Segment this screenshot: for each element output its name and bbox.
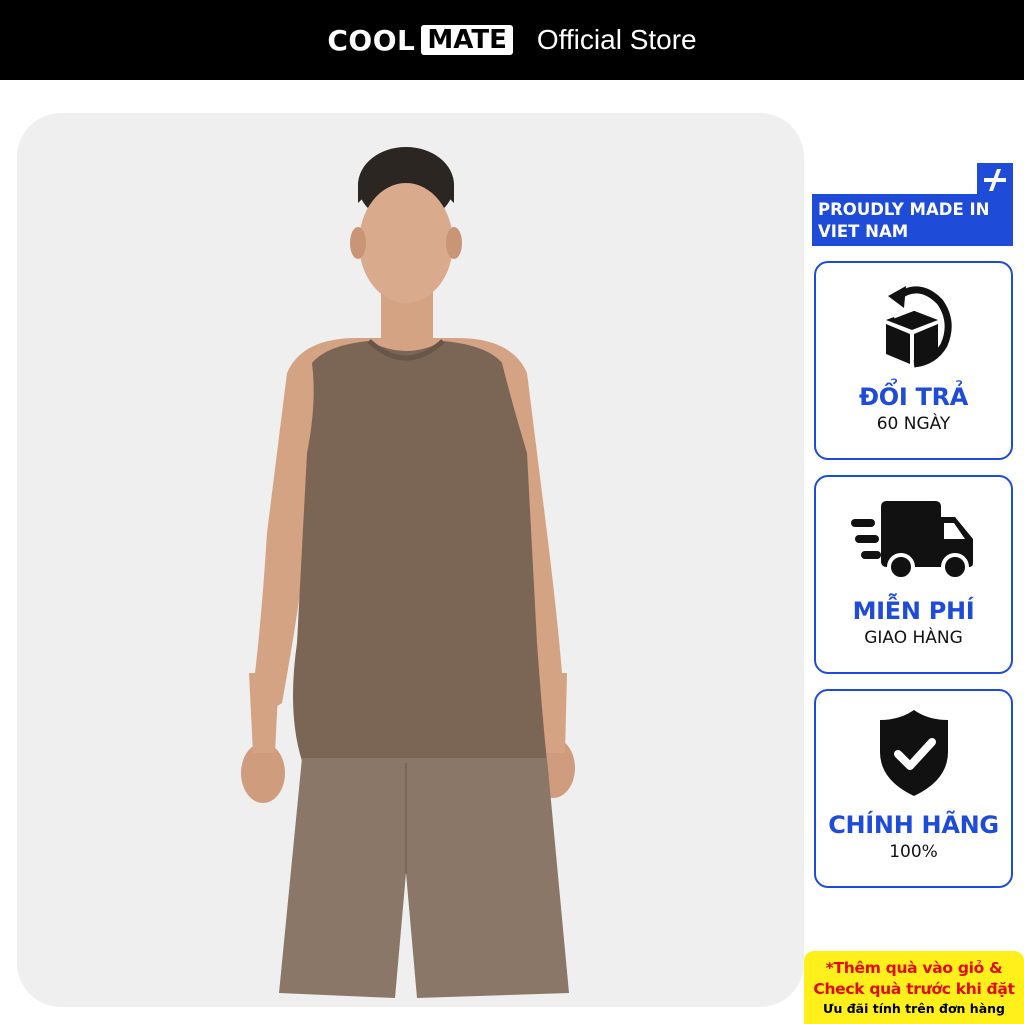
gift-promo-banner[interactable]: *Thêm quà vào giỏ & Check quà trước khi … [804, 951, 1024, 1024]
promo-line-2: Check quà trước khi đặt [813, 980, 1015, 998]
authentic-card: CHÍNH HÃNG 100% [814, 689, 1013, 888]
feature-title: ĐỔI TRẢ [858, 383, 969, 411]
free-shipping-card: MIỄN PHÍ GIAO HÀNG [814, 475, 1013, 674]
product-image[interactable] [17, 113, 804, 1007]
plus-slash-icon [977, 163, 1013, 197]
feature-title: MIỄN PHÍ [852, 597, 975, 625]
feature-subtitle: 100% [889, 842, 938, 862]
shield-check-icon [878, 707, 950, 799]
delivery-truck-icon [850, 493, 977, 585]
official-store-label: Official Store [536, 24, 697, 55]
return-box-icon [874, 279, 954, 371]
made-in-vietnam-badge: PROUDLY MADE IN VIET NAM [812, 194, 1013, 246]
feature-title: CHÍNH HÃNG [828, 811, 999, 839]
return-policy-card: ĐỔI TRẢ 60 NGÀY [814, 261, 1013, 460]
promo-line-3: Ưu đãi tính trên đơn hàng [823, 1001, 1005, 1016]
feature-subtitle: 60 NGÀY [876, 414, 951, 434]
brand-cool-text: COOL [327, 23, 416, 57]
promo-line-1: *Thêm quà vào giỏ & [825, 959, 1003, 977]
model-photo-illustration [241, 147, 575, 998]
brand-mate-text: MATE [421, 25, 513, 55]
brand-logo[interactable]: COOL MATE [327, 23, 513, 57]
feature-subtitle: GIAO HÀNG [864, 628, 963, 648]
store-header: COOL MATE Official Store [0, 0, 1024, 80]
